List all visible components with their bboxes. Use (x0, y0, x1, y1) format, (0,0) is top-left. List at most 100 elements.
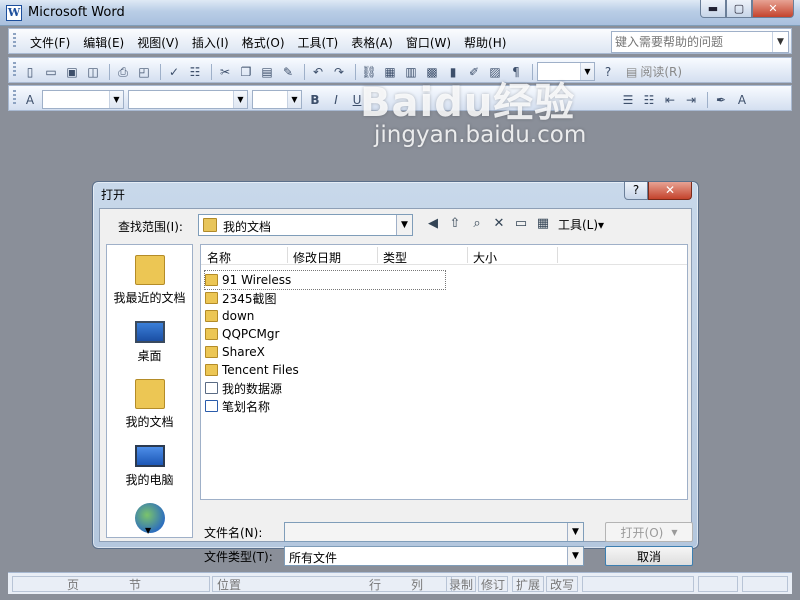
print-preview-icon[interactable]: ◰ (135, 63, 153, 81)
columns-icon[interactable]: ▮ (444, 63, 462, 81)
font-combo[interactable]: ▼ (128, 90, 248, 109)
undo-icon[interactable]: ↶ (309, 63, 327, 81)
toolbar-grip-handle[interactable] (13, 62, 16, 78)
file-row[interactable]: QQPCMgr (205, 325, 445, 343)
close-button[interactable]: ✕ (752, 0, 794, 18)
place-my-documents[interactable]: 我的文档 (107, 379, 192, 430)
file-row[interactable]: down (205, 307, 445, 325)
hyperlink-icon[interactable]: ⛓ (360, 63, 378, 81)
chevron-down-icon[interactable]: ▼ (567, 547, 583, 565)
column-header-type[interactable]: 类型 (383, 249, 407, 266)
column-divider[interactable] (377, 247, 378, 263)
open-folder-icon[interactable]: ▭ (42, 63, 60, 81)
back-icon[interactable]: ◀ (424, 215, 442, 233)
spelling-icon[interactable]: ✓ (165, 63, 183, 81)
drawing-icon[interactable]: ✐ (465, 63, 483, 81)
maximize-button[interactable]: ▢ (726, 0, 752, 18)
file-row[interactable]: ShareX (205, 343, 445, 361)
toolbar-grip-handle[interactable] (13, 90, 16, 106)
dialog-help-button[interactable]: ? (624, 182, 648, 200)
numbering-icon[interactable]: ☰ (619, 91, 637, 109)
print-icon[interactable]: ⎙ (114, 63, 132, 81)
chevron-down-icon[interactable]: ▼ (580, 63, 594, 80)
bullets-icon[interactable]: ☷ (640, 91, 658, 109)
status-ext[interactable]: 扩展 (512, 576, 544, 592)
column-header-size[interactable]: 大小 (473, 249, 497, 266)
menu-insert[interactable]: 插入(I) (187, 34, 234, 51)
column-divider[interactable] (467, 247, 468, 263)
menu-window[interactable]: 窗口(W) (401, 34, 456, 51)
menu-file[interactable]: 文件(F) (25, 34, 75, 51)
new-document-icon[interactable]: ▯ (21, 63, 39, 81)
file-row[interactable]: Tencent Files (205, 361, 445, 379)
menu-tools[interactable]: 工具(T) (293, 34, 344, 51)
file-row[interactable]: 我的数据源 (205, 379, 445, 397)
column-divider[interactable] (557, 247, 558, 263)
delete-icon[interactable]: ✕ (490, 215, 508, 233)
chevron-down-icon[interactable]: ▼ (109, 91, 123, 108)
file-name-combo[interactable]: ▼ (284, 522, 584, 542)
document-map-icon[interactable]: ▨ (486, 63, 504, 81)
show-hide-icon[interactable]: ¶ (507, 63, 525, 81)
minimize-button[interactable]: ▬ (700, 0, 726, 18)
insert-table-icon[interactable]: ▥ (402, 63, 420, 81)
status-rec[interactable]: 录制 (446, 576, 476, 592)
font-size-combo[interactable]: ▼ (252, 90, 302, 109)
italic-button[interactable]: I (327, 91, 345, 109)
status-trk[interactable]: 修订 (478, 576, 508, 592)
chevron-down-icon[interactable]: ▼ (567, 523, 583, 541)
file-row[interactable]: 笔划名称 (205, 397, 445, 415)
menu-format[interactable]: 格式(O) (237, 34, 290, 51)
views-icon[interactable]: ▦ (534, 215, 552, 233)
places-scroll-down-icon[interactable]: ▼ (145, 526, 151, 535)
highlight-icon[interactable]: ✒ (712, 91, 730, 109)
research-icon[interactable]: ☷ (186, 63, 204, 81)
search-web-icon[interactable]: ⌕ (468, 215, 486, 233)
file-row[interactable]: 2345截图 (205, 289, 445, 307)
decrease-indent-icon[interactable]: ⇤ (661, 91, 679, 109)
tables-borders-icon[interactable]: ▦ (381, 63, 399, 81)
place-recent-documents[interactable]: 我最近的文档 (107, 255, 192, 306)
styles-pane-icon[interactable]: A (21, 91, 39, 109)
permission-icon[interactable]: ◫ (84, 63, 102, 81)
file-name-input[interactable] (285, 523, 563, 541)
column-header-name[interactable]: 名称 (207, 249, 231, 266)
cut-icon[interactable]: ✂ (216, 63, 234, 81)
dialog-close-button[interactable]: ✕ (648, 182, 692, 200)
help-dropdown-icon[interactable]: ▼ (772, 32, 788, 52)
column-divider[interactable] (287, 247, 288, 263)
help-icon[interactable]: ? (599, 63, 617, 81)
zoom-combo[interactable]: ▼ (537, 62, 595, 81)
menu-table[interactable]: 表格(A) (346, 34, 398, 51)
copy-icon[interactable]: ❐ (237, 63, 255, 81)
status-spelling[interactable] (698, 576, 738, 592)
file-type-combo[interactable]: 所有文件 ▼ (284, 546, 584, 566)
place-desktop[interactable]: 桌面 (107, 317, 192, 364)
open-dropdown-icon[interactable]: ▼ (671, 528, 677, 537)
place-my-computer[interactable]: 我的电脑 (107, 441, 192, 488)
redo-icon[interactable]: ↷ (330, 63, 348, 81)
status-ovr[interactable]: 改写 (546, 576, 578, 592)
up-folder-icon[interactable]: ⇧ (446, 215, 464, 233)
file-row[interactable]: 91 Wireless (204, 270, 446, 290)
increase-indent-icon[interactable]: ⇥ (682, 91, 700, 109)
menu-grip-handle[interactable] (13, 33, 16, 49)
insert-excel-icon[interactable]: ▩ (423, 63, 441, 81)
save-icon[interactable]: ▣ (63, 63, 81, 81)
chevron-down-icon[interactable]: ▼ (396, 215, 412, 235)
menu-view[interactable]: 视图(V) (132, 34, 184, 51)
read-mode-button[interactable]: ▤ 阅读(R) (626, 63, 682, 80)
look-in-combo[interactable]: 我的文档 ▼ (198, 214, 413, 236)
style-combo[interactable]: ▼ (42, 90, 124, 109)
help-search-input[interactable] (612, 33, 772, 51)
column-header-modified[interactable]: 修改日期 (293, 249, 341, 266)
chevron-down-icon[interactable]: ▼ (287, 91, 301, 108)
menu-help[interactable]: 帮助(H) (459, 34, 511, 51)
cancel-button[interactable]: 取消 (605, 546, 693, 566)
help-search-box[interactable]: ▼ (611, 31, 789, 53)
underline-button[interactable]: U (348, 91, 366, 109)
new-folder-icon[interactable]: ▭ (512, 215, 530, 233)
open-button[interactable]: 打开(O) ▼ (605, 522, 693, 542)
bold-button[interactable]: B (306, 91, 324, 109)
tools-menu-button[interactable]: 工具(L)▾ (558, 216, 604, 233)
